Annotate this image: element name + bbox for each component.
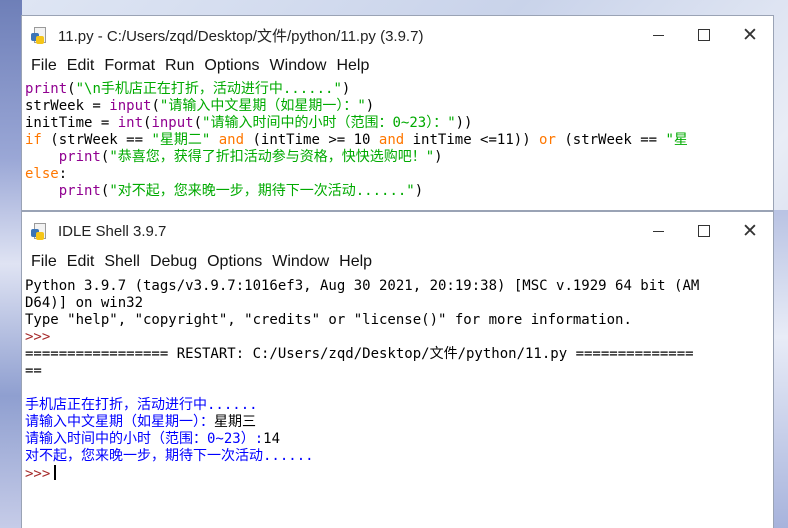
banner-line: D64)] on win32 [25,295,144,311]
editor-window: 11.py - C:/Users/zqd/Desktop/文件/python/1… [21,15,774,211]
minimize-icon [652,230,664,232]
shell-titlebar[interactable]: IDLE Shell 3.9.7 ✕ [22,212,773,250]
editor-title: 11.py - C:/Users/zqd/Desktop/文件/python/1… [58,27,424,45]
minimize-button[interactable] [635,212,681,250]
close-button[interactable]: ✕ [727,212,773,250]
desktop-wallpaper [0,0,22,528]
maximize-button[interactable] [681,16,727,54]
code-line: print("对不起，您来晚一步，期待下一次活动......") [58,183,424,199]
python-file-icon [31,222,49,240]
menu-options[interactable]: Options [202,253,267,271]
code-line: if (strWeek == "星期二" and (intTime >= 10 … [25,132,688,148]
maximize-icon [698,225,710,237]
minimize-icon [652,34,664,36]
menu-edit[interactable]: Edit [62,57,100,75]
menu-help[interactable]: Help [331,57,374,75]
code-line: initTime = int(input("请输入时间中的小时（范围：0~23）… [25,115,473,131]
desktop-wallpaper-right [772,210,788,528]
shell-prompt: >>> [25,329,51,345]
text-cursor [54,465,57,480]
input-line[interactable]: >>> [25,465,773,483]
maximize-button[interactable] [681,212,727,250]
close-button[interactable]: ✕ [727,16,773,54]
code-editor[interactable]: print("\n手机店正在打折，活动进行中......") strWeek = … [22,78,773,199]
shell-menubar: File Edit Shell Debug Options Window Hel… [22,250,773,274]
editor-menubar: File Edit Format Run Options Window Help [22,54,773,78]
close-icon: ✕ [742,220,758,242]
menu-file[interactable]: File [26,253,62,271]
menu-format[interactable]: Format [99,57,160,75]
shell-window: IDLE Shell 3.9.7 ✕ File Edit Shell Debug… [21,211,774,528]
code-line: print("恭喜您，获得了折扣活动参与资格，快快选购吧！") [58,149,443,165]
close-icon: ✕ [742,24,758,46]
editor-titlebar[interactable]: 11.py - C:/Users/zqd/Desktop/文件/python/1… [22,16,773,54]
output-line: 请输入时间中的小时（范围：0~23）:14 [25,431,281,447]
code-line: strWeek = input("请输入中文星期（如星期一）：") [25,98,375,114]
code-line: print("\n手机店正在打折，活动进行中......") [25,81,351,97]
menu-edit[interactable]: Edit [62,253,100,271]
maximize-icon [698,29,710,41]
output-line: 手机店正在打折，活动进行中...... [25,397,258,413]
menu-window[interactable]: Window [267,253,334,271]
menu-run[interactable]: Run [160,57,199,75]
restart-line: == [25,363,42,379]
code-line: else: [25,166,68,182]
restart-line: ================= RESTART: C:/Users/zqd/… [25,346,694,362]
output-line: 对不起，您来晚一步，期待下一次活动...... [25,448,314,464]
menu-options[interactable]: Options [199,57,264,75]
minimize-button[interactable] [635,16,681,54]
menu-help[interactable]: Help [334,253,377,271]
output-line: 请输入中文星期（如星期一）：星期三 [25,414,256,430]
shell-console[interactable]: Python 3.9.7 (tags/v3.9.7:1016ef3, Aug 3… [22,274,773,483]
banner-line: Type "help", "copyright", "credits" or "… [25,312,632,328]
menu-window[interactable]: Window [265,57,332,75]
menu-debug[interactable]: Debug [145,253,202,271]
shell-title: IDLE Shell 3.9.7 [58,222,167,240]
menu-shell[interactable]: Shell [99,253,145,271]
python-file-icon [31,26,49,44]
menu-file[interactable]: File [26,57,62,75]
banner-line: Python 3.9.7 (tags/v3.9.7:1016ef3, Aug 3… [25,278,700,294]
